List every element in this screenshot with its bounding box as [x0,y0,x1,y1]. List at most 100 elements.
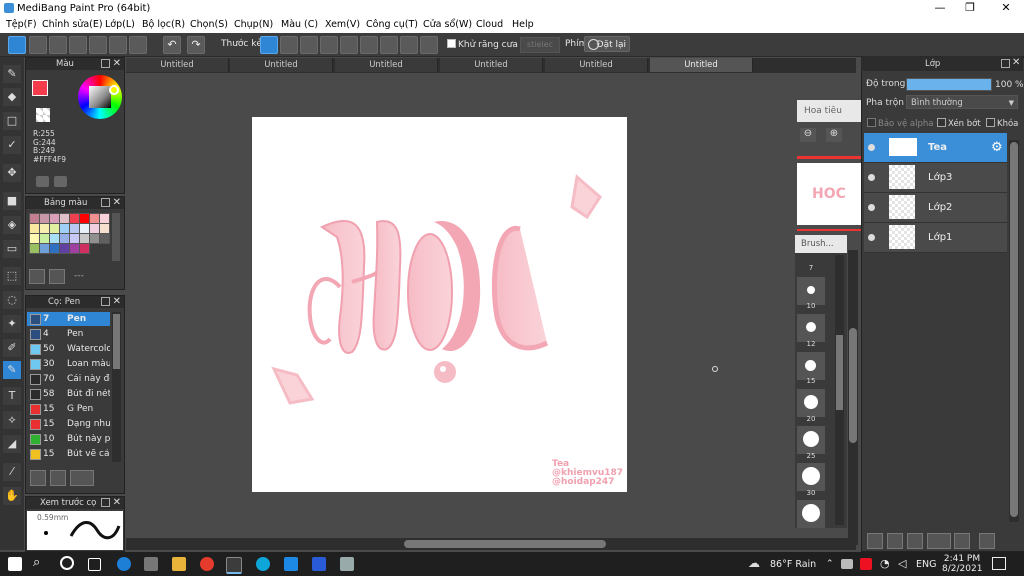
language-indicator[interactable]: ENG [916,559,936,570]
close-icon[interactable]: ✕ [1012,57,1020,68]
delete-layer-icon[interactable] [979,533,995,549]
document-icon[interactable] [89,36,107,54]
notification-icon[interactable] [992,557,1006,570]
lasso-tool-icon[interactable]: ◌ [3,291,21,309]
menu-file[interactable]: Tệp(F) [6,19,37,30]
tray-app-icon[interactable] [841,559,853,569]
ruler-off-icon[interactable] [260,36,278,54]
brush-item[interactable]: 58 Bút đi nét [27,387,110,401]
divide-tool-icon[interactable]: ⟡ [3,411,21,429]
select-tool-icon[interactable]: ⬚ [3,267,21,285]
undo-button[interactable]: ↶ [163,36,181,54]
wifi-icon[interactable]: ◔ [880,557,890,570]
curve-ruler-icon[interactable] [380,36,398,54]
brush-item[interactable]: 50 Watercolor [27,342,110,356]
brush-item[interactable]: 10 Bút này p [27,432,110,446]
cross-ruler-icon[interactable] [300,36,318,54]
opacity-slider[interactable] [906,78,992,91]
layer-row-lop2[interactable]: Lớp2 [864,193,1007,223]
layer-scrollbar[interactable] [1009,140,1019,522]
zoom-out-icon[interactable]: ⊖ [800,128,816,142]
tab-untitled-5[interactable]: Untitled [545,58,648,72]
operation-tool-icon[interactable]: ◢ [3,435,21,453]
skype-icon[interactable] [256,557,270,571]
search-icon[interactable]: ⌕ [33,555,40,570]
undock-icon[interactable] [101,297,110,306]
file-explorer-icon[interactable] [172,557,186,571]
gear-icon[interactable]: ⚙ [991,140,1003,155]
brush-copy-icon[interactable] [50,470,66,486]
brush-size-12[interactable] [797,314,825,342]
palette-new-icon[interactable] [29,269,45,284]
saturation-square[interactable] [89,86,111,108]
dot-tool-icon[interactable]: □ [3,112,21,130]
clipping-checkbox[interactable]: Xén bớt [937,118,981,129]
navigator-preview[interactable]: HOC [797,163,861,225]
undock-icon[interactable] [101,198,110,207]
concentric-ruler-icon[interactable] [360,36,378,54]
edge-icon[interactable] [117,557,131,571]
close-icon[interactable]: ✕ [113,497,121,508]
brush-item[interactable]: 15 G Pen [27,402,110,416]
photos-icon[interactable] [312,557,326,571]
layer-row-lop3[interactable]: Lớp3 [864,163,1007,193]
menu-cloud[interactable]: Cloud [476,19,503,30]
menu-tools[interactable]: Công cụ(T) [366,19,418,30]
list-icon[interactable] [109,36,127,54]
brush-scrollbar[interactable] [112,312,121,462]
tray-v-icon[interactable] [860,558,872,570]
reset-button[interactable]: Đặt lại [584,36,630,52]
eraser-tool-icon[interactable]: ◆ [3,88,21,106]
brush-size-scrollbar[interactable] [835,255,844,525]
clock[interactable]: 2:41 PM 8/2/2021 [942,554,982,574]
antialias-field[interactable]: stielec [520,37,560,53]
close-icon[interactable]: ✕ [113,197,121,208]
menu-view[interactable]: Xem(V) [325,19,360,30]
visibility-icon[interactable] [868,174,875,181]
magic-wand-icon[interactable]: ✦ [3,315,21,333]
hue-picker[interactable] [109,85,119,95]
menu-edit[interactable]: Chỉnh sửa(E) [42,19,103,30]
close-icon[interactable]: ✕ [113,58,121,69]
store-icon[interactable] [144,557,158,571]
brush-tool-icon[interactable]: ✎ [3,65,21,83]
brush-size-40[interactable] [797,500,825,528]
blend-mode-select[interactable]: Bình thường ▼ [906,95,1018,109]
brush-size-20[interactable] [797,389,825,417]
menu-layer[interactable]: Lớp(L) [105,19,135,30]
undock-icon[interactable] [101,59,110,68]
task-view-icon[interactable] [88,558,101,571]
tab-untitled-1[interactable]: Untitled [126,58,229,72]
tab-untitled-2[interactable]: Untitled [230,58,333,72]
grid-icon[interactable] [129,36,147,54]
comment-icon[interactable] [69,36,87,54]
merge-layer-icon[interactable] [907,533,923,549]
menu-filter[interactable]: Bộ lọc(R) [142,19,185,30]
maximize-button[interactable]: ❐ [960,1,980,14]
brush-item[interactable]: 70 Cái này để [27,372,110,386]
transparent-color-swatch[interactable] [36,108,50,122]
zoom-in-icon[interactable]: ⊕ [826,128,842,142]
palette-swatch[interactable] [99,233,110,244]
gradient-tool-icon[interactable]: ▭ [3,240,21,258]
protect-alpha-checkbox[interactable]: Bảo vệ alpha [867,118,933,129]
brush-item[interactable]: 15 Dạng như [27,417,110,431]
ellipse-ruler-icon[interactable] [400,36,418,54]
vertical-scrollbar[interactable] [848,250,858,545]
close-button[interactable]: ✕ [996,1,1016,14]
text-tool-icon[interactable]: T [3,387,21,405]
foreground-color-swatch[interactable] [32,80,48,96]
brush-item[interactable]: 4 Pen [27,327,110,341]
menu-help[interactable]: Help [512,19,534,30]
menu-select[interactable]: Chọn(S) [190,19,228,30]
close-icon[interactable]: ✕ [113,296,121,307]
brush-size-25[interactable] [797,426,825,454]
tab-untitled-6[interactable]: Untitled [650,58,753,72]
menu-window[interactable]: Cửa sổ(W) [423,19,472,30]
visibility-icon[interactable] [868,144,875,151]
fill-shape-tool-icon[interactable]: ■ [3,192,21,210]
palette-swatch[interactable] [79,243,90,254]
undock-icon[interactable] [101,498,110,507]
drawing-canvas[interactable]: HOC Tea @khiemvu187 @hoidap247 [252,117,627,492]
zalo-icon[interactable] [284,557,298,571]
